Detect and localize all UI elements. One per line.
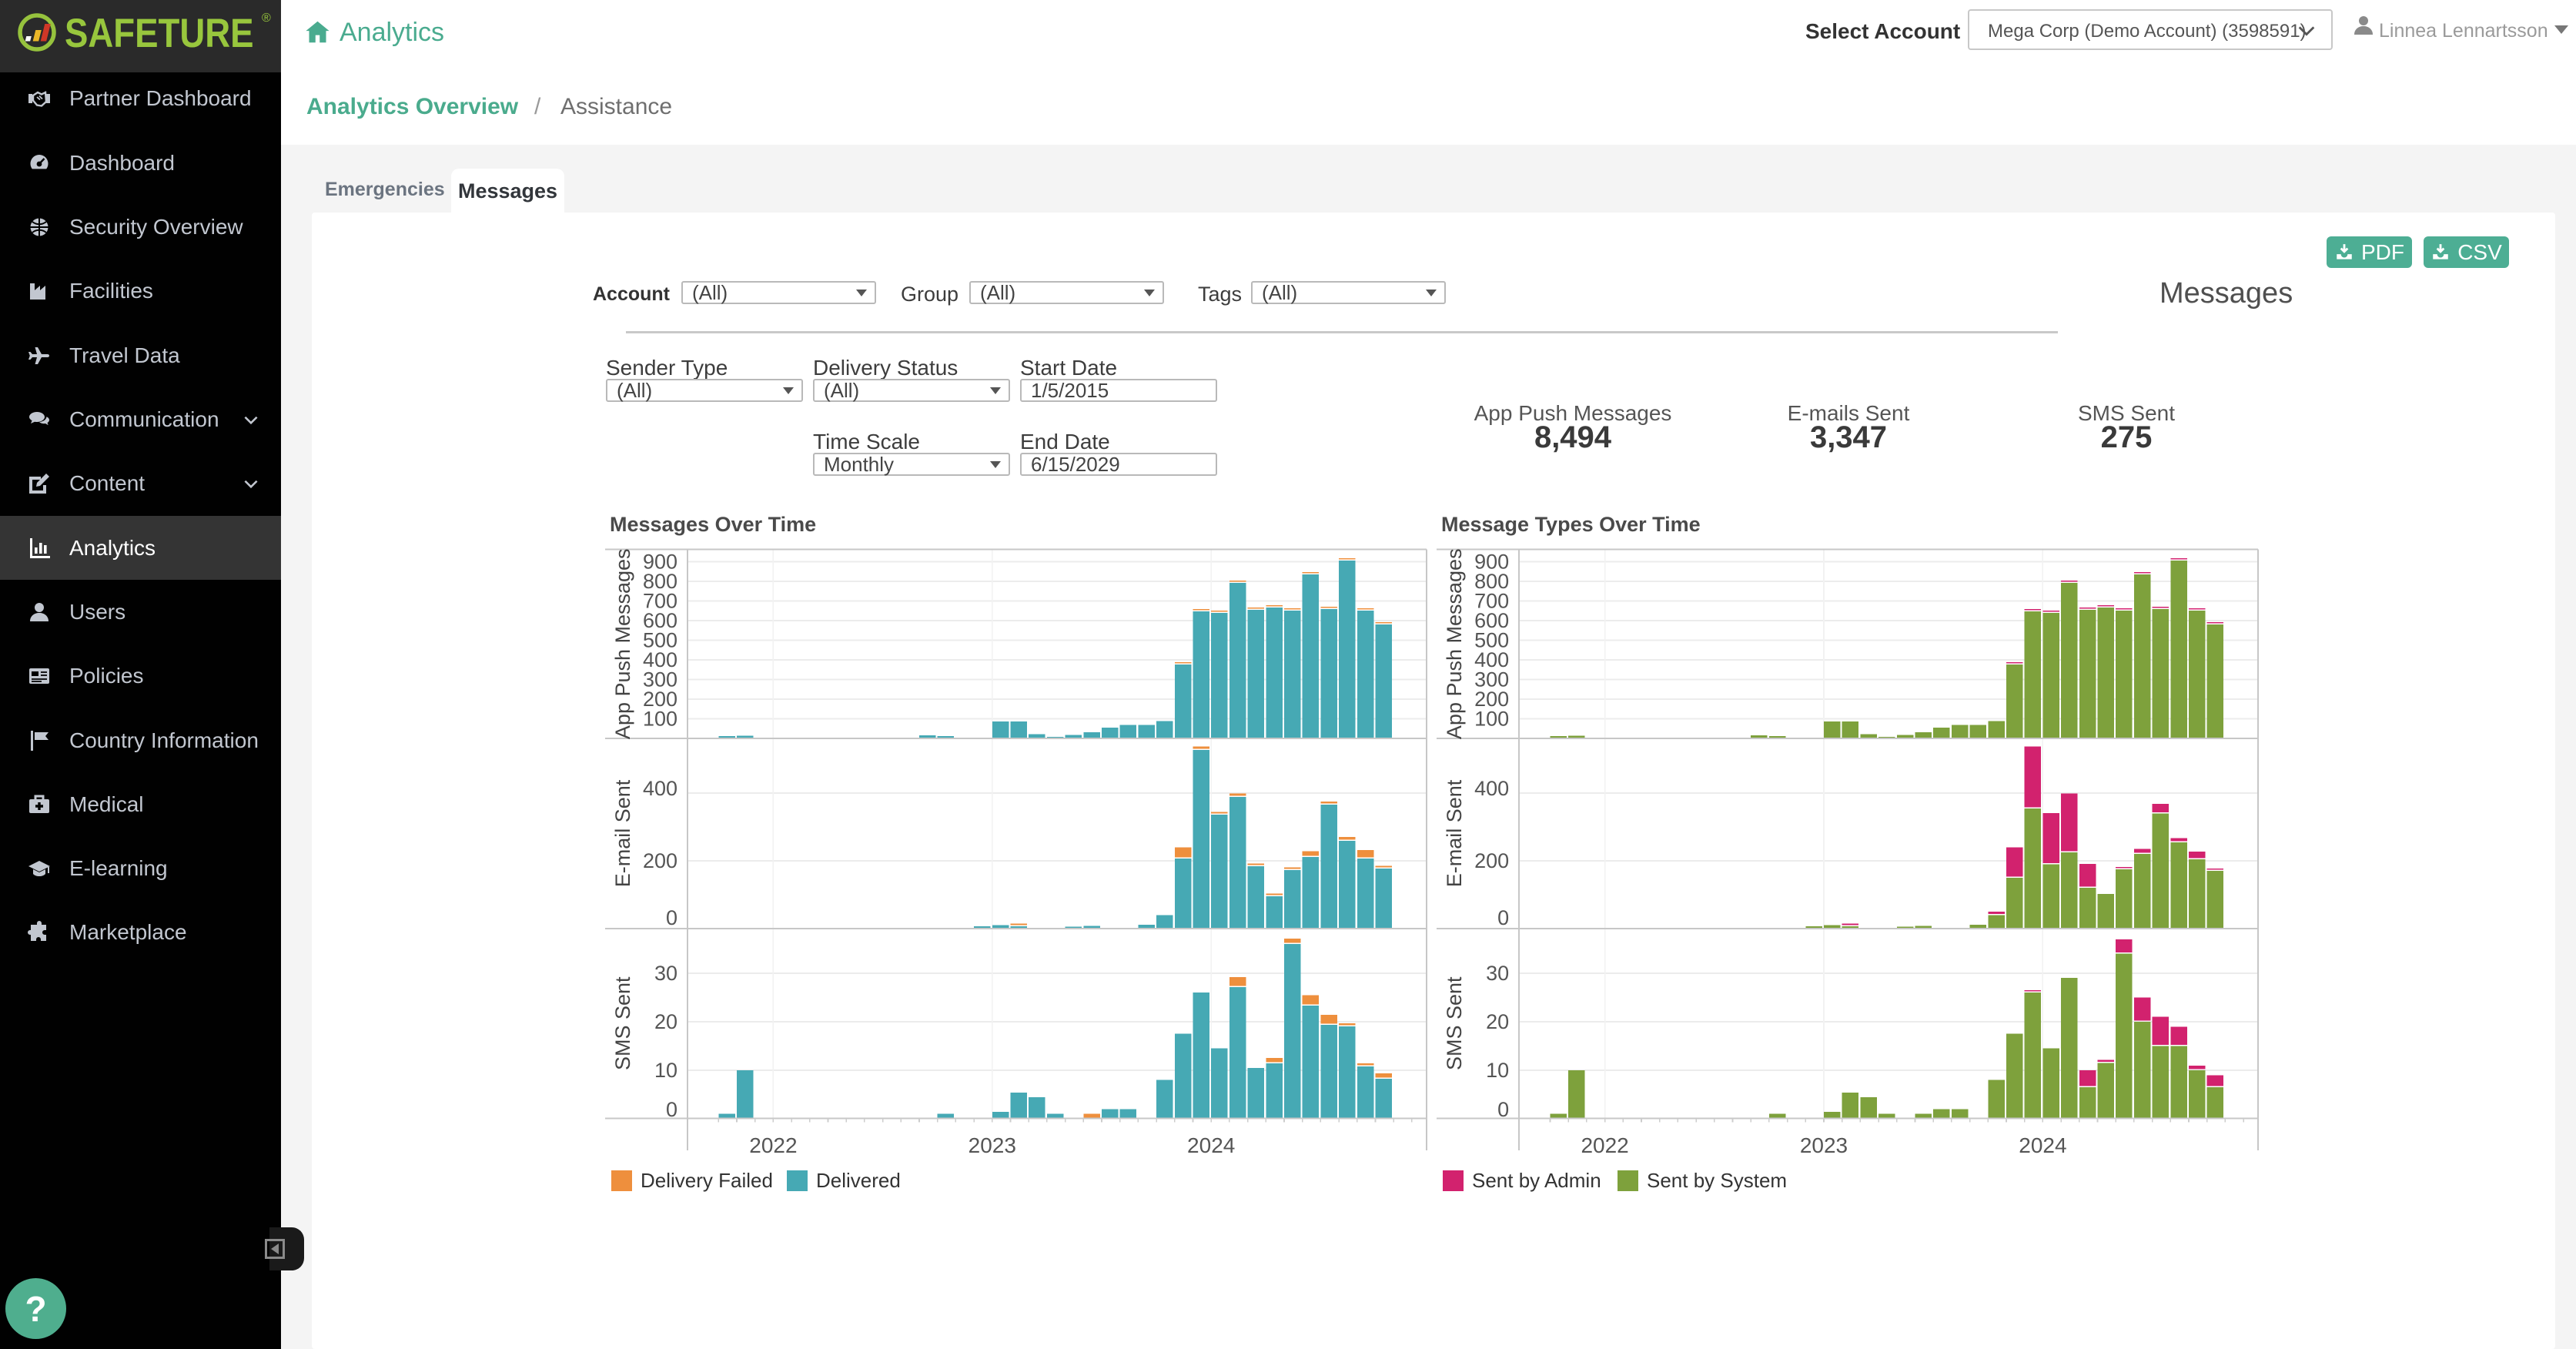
svg-text:600: 600 (643, 609, 677, 632)
svg-text:2024: 2024 (2019, 1133, 2066, 1157)
svg-text:2022: 2022 (1581, 1133, 1628, 1157)
svg-text:20: 20 (1486, 1010, 1509, 1033)
svg-text:400: 400 (1474, 777, 1509, 800)
svg-text:500: 500 (1474, 629, 1509, 652)
svg-text:900: 900 (643, 551, 677, 574)
svg-text:400: 400 (643, 777, 677, 800)
svg-text:200: 200 (1474, 849, 1509, 872)
svg-text:0: 0 (666, 906, 677, 929)
svg-text:2023: 2023 (1800, 1133, 1848, 1157)
svg-text:20: 20 (654, 1010, 677, 1033)
svg-text:2024: 2024 (1187, 1133, 1235, 1157)
svg-text:700: 700 (643, 590, 677, 613)
svg-text:App Push Messages: App Push Messages (611, 548, 634, 739)
svg-text:2022: 2022 (749, 1133, 797, 1157)
svg-text:SAFETURE: SAFETURE (65, 11, 254, 56)
svg-text:App Push Messages: App Push Messages (1443, 548, 1466, 739)
svg-text:®: ® (262, 12, 271, 25)
svg-text:200: 200 (643, 849, 677, 872)
svg-text:10: 10 (654, 1059, 677, 1082)
svg-text:500: 500 (643, 629, 677, 652)
svg-text:0: 0 (666, 1098, 677, 1121)
svg-text:800: 800 (1474, 570, 1509, 593)
svg-text:SMS Sent: SMS Sent (611, 976, 634, 1070)
svg-text:100: 100 (643, 708, 677, 731)
svg-text:E-mail Sent: E-mail Sent (1443, 779, 1466, 887)
svg-text:200: 200 (643, 688, 677, 711)
svg-text:E-mail Sent: E-mail Sent (611, 779, 634, 887)
svg-text:600: 600 (1474, 609, 1509, 632)
svg-text:400: 400 (1474, 648, 1509, 671)
svg-text:SMS Sent: SMS Sent (1443, 976, 1466, 1070)
svg-text:30: 30 (654, 962, 677, 985)
svg-text:200: 200 (1474, 688, 1509, 711)
svg-text:300: 300 (1474, 668, 1509, 691)
svg-text:30: 30 (1486, 962, 1509, 985)
svg-text:900: 900 (1474, 551, 1509, 574)
svg-text:0: 0 (1497, 906, 1509, 929)
svg-text:400: 400 (643, 648, 677, 671)
svg-text:300: 300 (643, 668, 677, 691)
svg-text:700: 700 (1474, 590, 1509, 613)
svg-text:2023: 2023 (969, 1133, 1016, 1157)
svg-text:0: 0 (1497, 1098, 1509, 1121)
svg-text:10: 10 (1486, 1059, 1509, 1082)
svg-text:100: 100 (1474, 708, 1509, 731)
svg-text:800: 800 (643, 570, 677, 593)
